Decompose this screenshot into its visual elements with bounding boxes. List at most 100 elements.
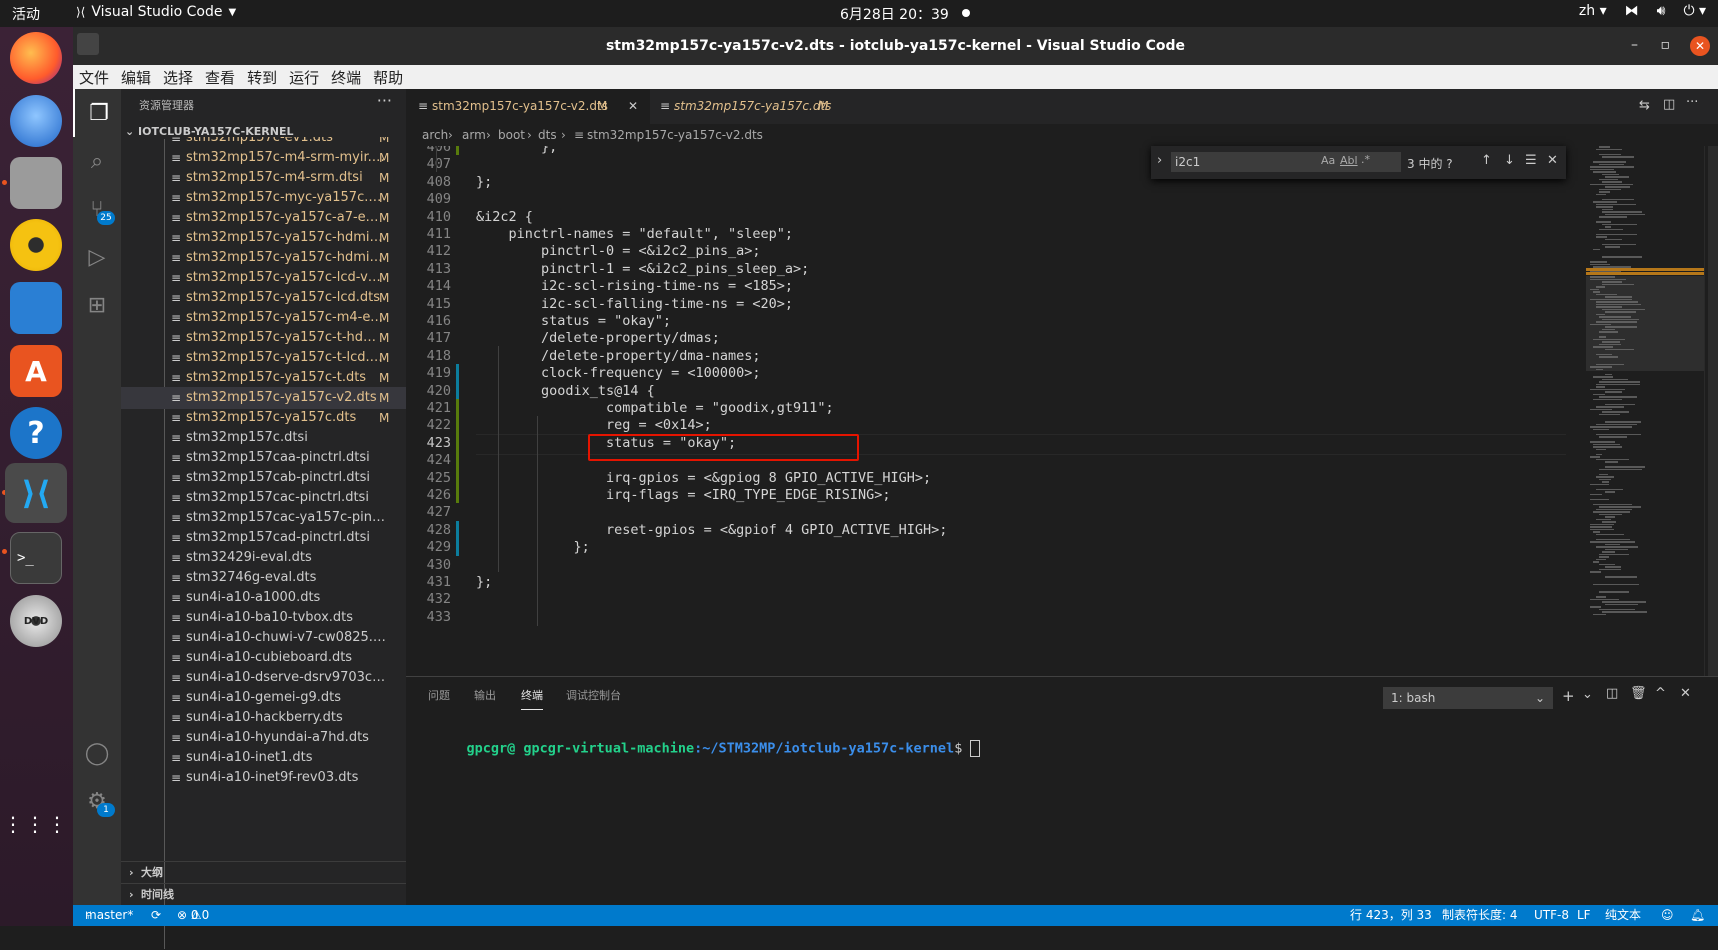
search-icon[interactable]: ⌕ xyxy=(73,137,121,185)
system-tray[interactable]: zh ▾ ⧓ 🔊︎ ⏻ ▾ xyxy=(1579,3,1706,19)
volume-icon[interactable]: 🔊︎ xyxy=(1657,3,1666,19)
file-tree-item[interactable]: ≡ sun4i-a10-a1000.dts xyxy=(121,587,406,609)
clock[interactable]: 6月28日 20：39 xyxy=(840,4,949,24)
split-terminal-icon[interactable]: ◫ xyxy=(1606,686,1618,701)
encoding[interactable]: UTF-8 xyxy=(1534,905,1569,926)
file-tree-item[interactable]: ≡ stm32mp157c-myc-ya157c.dtsi M xyxy=(121,187,406,209)
code-line[interactable]: pinctrl-1 = <&i2c2_pins_sleep_a>; xyxy=(476,260,809,279)
app-menu[interactable]: ⟩⟨ Visual Studio Code ▼ xyxy=(76,4,236,20)
kill-terminal-icon[interactable]: 🗑︎ xyxy=(1630,686,1647,701)
chevron-right-icon[interactable]: › xyxy=(1157,153,1162,168)
input-language[interactable]: zh ▾ xyxy=(1579,3,1607,19)
explorer-icon[interactable]: ❐ xyxy=(73,89,123,137)
more-actions-icon[interactable]: ··· xyxy=(377,91,392,110)
regex-toggle[interactable]: .* xyxy=(1361,153,1370,166)
whole-word-toggle[interactable]: Abl xyxy=(1340,154,1358,167)
compare-icon[interactable]: ⇆ xyxy=(1639,98,1650,113)
code-line[interactable]: &i2c2 { xyxy=(476,208,533,227)
close-tab-icon[interactable]: ✕ xyxy=(628,89,638,124)
terminal-output[interactable]: gpcgr@ gpcgr-virtual-machine:~/STM32MP/i… xyxy=(434,724,981,773)
rhythmbox-icon[interactable] xyxy=(10,219,62,271)
language-mode[interactable]: 纯文本 xyxy=(1605,905,1641,926)
code-line[interactable]: pinctrl-names = "default", "sleep"; xyxy=(476,225,793,244)
menu-file[interactable]: 文件 xyxy=(73,67,115,88)
terminal-dropdown-icon[interactable]: ⌄ xyxy=(1582,687,1593,702)
source-control-icon[interactable]: ⑂ 25 xyxy=(73,185,121,233)
menu-terminal[interactable]: 终端 xyxy=(325,67,367,88)
file-tree-item[interactable]: ≡ stm32mp157c-ya157c-t.dts M xyxy=(121,367,406,389)
show-applications-icon[interactable]: ⋮⋮⋮ xyxy=(3,798,67,850)
code-line[interactable]: reset-gpios = <&gpiof 4 GPIO_ACTIVE_HIGH… xyxy=(476,521,947,540)
code-line[interactable]: }; xyxy=(476,173,492,192)
breadcrumb-arch[interactable]: arch xyxy=(422,124,448,146)
file-tree-item[interactable]: ≡ stm32mp157c-ya157c-t-lcd.dts M xyxy=(121,347,406,369)
file-tree-item[interactable]: ≡ stm32mp157c-m4-srm-myir.dtsi M xyxy=(121,147,406,169)
account-icon[interactable]: ◯ xyxy=(73,729,121,777)
tab-problems[interactable]: 问题 xyxy=(428,687,450,703)
terminal-select[interactable]: 1: bash ⌄ xyxy=(1383,687,1553,709)
code-line[interactable]: /delete-property/dmas; xyxy=(476,329,720,348)
close-window-button[interactable]: ✕ xyxy=(1690,36,1710,56)
file-tree-item[interactable]: ≡ stm32mp157c-ya157c-m4-examples.dtsM xyxy=(121,307,406,329)
file-tree-item[interactable]: ≡ stm32mp157c-m4-srm.dtsi M xyxy=(121,167,406,189)
new-terminal-icon[interactable]: + xyxy=(1562,687,1575,705)
breadcrumb-file[interactable]: stm32mp157c-ya157c-v2.dts xyxy=(587,124,763,146)
menu-edit[interactable]: 编辑 xyxy=(115,67,157,88)
writer-icon[interactable] xyxy=(10,282,62,334)
file-tree-item[interactable]: ≡ sun4i-a10-inet1.dts xyxy=(121,747,406,769)
split-editor-icon[interactable]: ◫ xyxy=(1663,97,1675,112)
file-tree-item[interactable]: ≡ stm32mp157c-ya157c.dts M xyxy=(121,407,406,429)
window-titlebar[interactable]: stm32mp157c-ya157c-v2.dts - iotclub-ya15… xyxy=(73,27,1718,65)
firefox-icon[interactable] xyxy=(10,32,62,84)
code-line[interactable]: irq-gpios = <&gpiog 8 GPIO_ACTIVE_HIGH>; xyxy=(476,469,931,488)
tab-terminal[interactable]: 终端 xyxy=(521,687,543,710)
file-tree-item[interactable]: ≡ sun4i-a10-hackberry.dts xyxy=(121,707,406,729)
maximize-panel-icon[interactable]: ^ xyxy=(1655,686,1666,701)
git-change-marker[interactable] xyxy=(456,520,459,556)
notifications-icon[interactable]: 🔔︎ xyxy=(1690,905,1705,926)
menu-help[interactable]: 帮助 xyxy=(367,67,409,88)
code-line[interactable]: status = "okay"; xyxy=(476,312,671,331)
menu-selection[interactable]: 选择 xyxy=(157,67,199,88)
menu-view[interactable]: 查看 xyxy=(199,67,241,88)
editor-scrollbar[interactable] xyxy=(1704,146,1718,676)
settings-gear-icon[interactable]: ⚙ 1 xyxy=(73,777,121,825)
files-icon[interactable] xyxy=(10,157,62,209)
code-line[interactable]: pinctrl-0 = <&i2c2_pins_a>; xyxy=(476,242,760,261)
dvd-icon[interactable]: DVD xyxy=(10,595,62,647)
menu-toggle[interactable] xyxy=(77,33,99,55)
outline-section[interactable]: › 大纲 xyxy=(121,861,406,884)
run-debug-icon[interactable]: ▷ xyxy=(73,233,121,281)
editor-more-icon[interactable]: ··· xyxy=(1686,95,1698,110)
code-line[interactable]: }; xyxy=(476,573,492,592)
network-icon[interactable]: ⧓ xyxy=(1625,3,1639,19)
power-icon[interactable]: ⏻ ▾ xyxy=(1683,3,1706,19)
file-tree-item[interactable]: ≡ stm32mp157c-ya157c-a7-examples.dtsM xyxy=(121,207,406,229)
thunderbird-icon[interactable] xyxy=(10,95,62,147)
problems-indicator[interactable]: ⊗ 0 ⚠ 0 xyxy=(177,905,209,926)
software-center-icon[interactable]: A xyxy=(10,345,62,397)
sync-icon[interactable]: ⟳ xyxy=(151,905,161,926)
menu-go[interactable]: 转到 xyxy=(241,67,283,88)
code-line[interactable]: }; xyxy=(476,146,557,157)
file-tree-item[interactable]: ≡ sun4i-a10-ba10-tvbox.dts xyxy=(121,607,406,629)
feedback-icon[interactable]: ☺ xyxy=(1661,905,1674,926)
code-line[interactable]: reg = <0x14>; xyxy=(476,416,712,435)
file-tree-item[interactable]: ≡ stm32mp157c.dtsi xyxy=(121,427,406,449)
code-line[interactable]: irq-flags = <IRQ_TYPE_EDGE_RISING>; xyxy=(476,486,890,505)
file-tree-item[interactable]: ≡ stm32mp157c-ya157c-t-hdmi.dts M xyxy=(121,327,406,349)
maximize-button[interactable]: ▫ xyxy=(1661,37,1671,53)
previous-match-icon[interactable]: ↑ xyxy=(1481,153,1492,168)
cursor-position[interactable]: 行 423，列 33 xyxy=(1350,905,1432,926)
terminal-icon[interactable]: >_ xyxy=(10,532,62,584)
breadcrumb-arm[interactable]: arm xyxy=(462,124,486,146)
file-tree-item[interactable]: ≡ stm32mp157c-ya157c-v2.dts M xyxy=(121,387,406,409)
close-find-icon[interactable]: ✕ xyxy=(1547,153,1558,168)
git-change-marker[interactable] xyxy=(456,146,459,156)
file-tree-item[interactable]: ≡ stm32mp157caa-pinctrl.dtsi xyxy=(121,447,406,469)
timeline-section[interactable]: › 时间线 xyxy=(121,883,406,906)
tab-v2-dts[interactable]: ≡ stm32mp157c-ya157c-v2.dts M ✕ xyxy=(406,89,650,124)
file-tree-item[interactable]: ≡ stm32mp157c-ya157c-lcd-v2.dts M xyxy=(121,267,406,289)
file-tree-item[interactable]: ≡ stm32mp157c-ya157c-hdmi.dts M xyxy=(121,247,406,269)
file-tree-item[interactable]: ≡ sun4i-a10-chuwi-v7-cw0825.dts xyxy=(121,627,406,649)
